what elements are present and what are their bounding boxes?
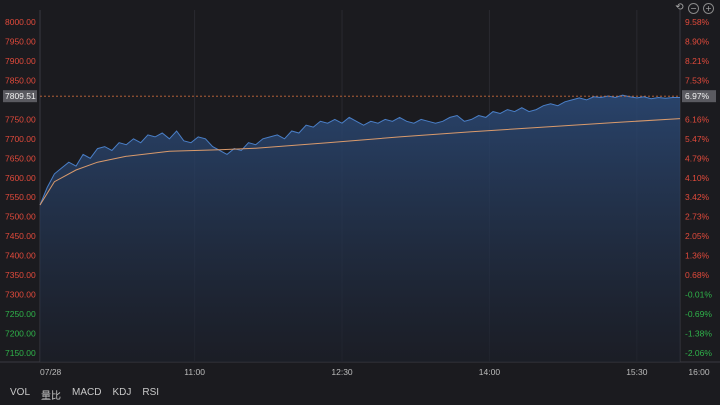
indicator-tabs: VOL 量比 MACD KDJ RSI [10,387,159,402]
y-tick-label: 7750.00 [5,114,36,124]
y-tick-label: 7500.00 [5,212,36,222]
pct-tick-label: 4.10% [685,173,710,183]
pct-tick-label: 7.53% [685,75,710,85]
x-tick-label: 11:00 [184,367,205,377]
tab-macd[interactable]: MACD [72,387,101,402]
pct-tick-label: 3.42% [685,192,710,202]
pct-tick-label: 8.90% [685,36,710,46]
y-tick-label: 7300.00 [5,290,36,300]
pct-tick-label: 1.36% [685,251,710,261]
plus-circle-icon[interactable]: + [703,3,714,14]
pct-tick-label: 8.21% [685,56,710,66]
pct-tick-label: 6.16% [685,114,710,124]
minus-circle-icon[interactable]: − [688,3,699,14]
y-tick-label: 7600.00 [5,173,36,183]
y-tick-label: 7250.00 [5,309,36,319]
y-tick-label: 7900.00 [5,56,36,66]
x-tick-label: 12:30 [331,367,353,377]
y-tick-label: 7550.00 [5,192,36,202]
current-price-label: 7809.51 [5,91,36,101]
undo-icon[interactable]: ⟲ [675,3,684,13]
pct-tick-label: 9.58% [685,17,710,27]
price-area-fill [40,95,680,362]
y-tick-label: 7950.00 [5,36,36,46]
x-tick-label: 14:00 [479,367,501,377]
pct-tick-label: -0.01% [685,290,712,300]
pct-tick-label: 0.68% [685,270,710,280]
current-pct-label: 6.97% [685,91,710,101]
tab-volume-ratio[interactable]: 量比 [41,387,61,402]
pct-tick-label: 4.79% [685,153,710,163]
pct-tick-label: 5.47% [685,134,710,144]
chart-area: 8000.00 9.58% 7950.00 8.90% 7900.00 8.21% 7850… [0,10,720,377]
tab-vol[interactable]: VOL [10,387,30,402]
x-tick-label: 16:00 [688,367,710,377]
y-tick-label: 7850.00 [5,75,36,85]
x-tick-label: 07/28 [40,367,62,377]
pct-tick-label: -2.06% [685,348,712,358]
y-tick-label: 7650.00 [5,153,36,163]
y-tick-label: 7450.00 [5,231,36,241]
y-tick-label: 8000.00 [5,17,36,27]
chart-toolbar: ⟲ − + [675,3,714,14]
x-tick-label: 15:30 [626,367,648,377]
y-tick-label: 7200.00 [5,329,36,339]
y-tick-label: 7400.00 [5,251,36,261]
pct-tick-label: -0.69% [685,309,712,319]
tab-rsi[interactable]: RSI [142,387,159,402]
pct-tick-label: 2.73% [685,212,710,222]
tab-kdj[interactable]: KDJ [112,387,131,402]
y-tick-label: 7150.00 [5,348,36,358]
y-tick-label: 7350.00 [5,270,36,280]
y-tick-label: 7700.00 [5,134,36,144]
pct-tick-label: -1.38% [685,329,712,339]
pct-tick-label: 2.05% [685,231,710,241]
